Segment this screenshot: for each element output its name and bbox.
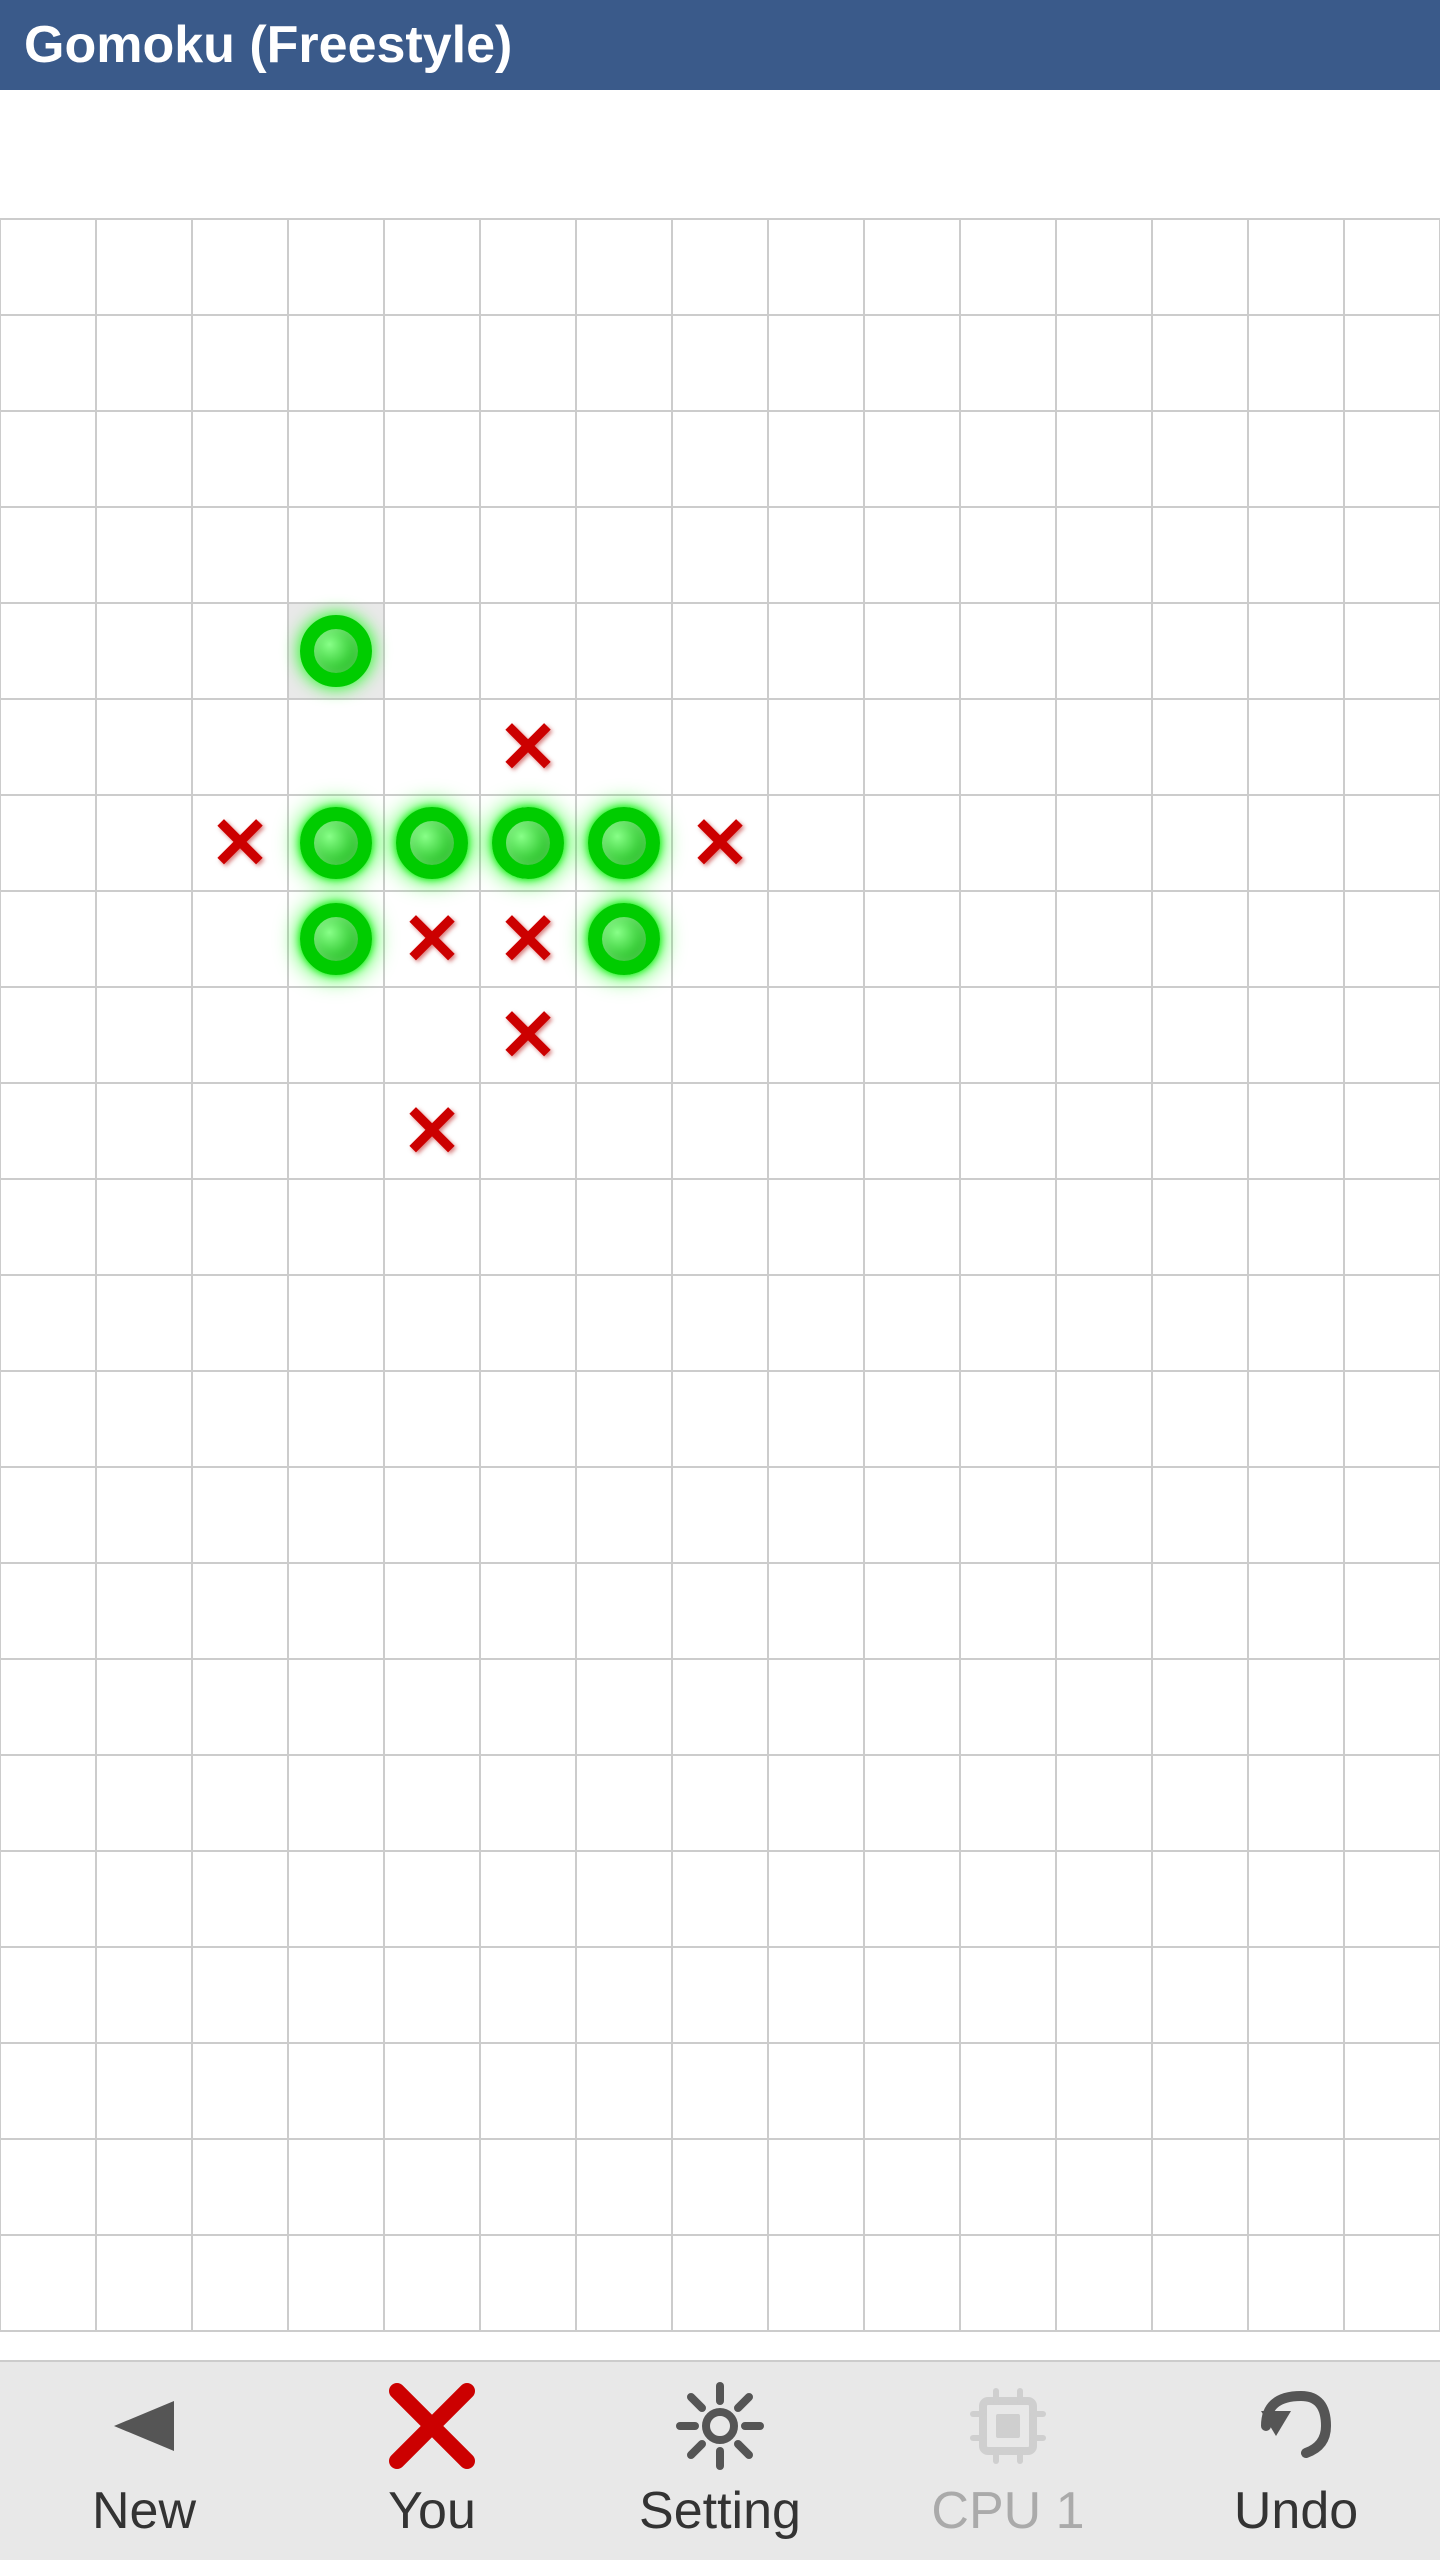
- arrow-undo-icon: [1251, 2381, 1341, 2471]
- cpu1-button[interactable]: CPU 1: [868, 2371, 1148, 2551]
- piece-o: [300, 807, 372, 879]
- title-bar: Gomoku (Freestyle): [0, 0, 1440, 90]
- cpu1-button-label: CPU 1: [931, 2481, 1084, 2541]
- pieces-layer[interactable]: ✕✕✕✕✕✕✕: [0, 90, 1440, 2460]
- piece-x: ✕: [384, 1083, 480, 1179]
- piece-o: [588, 807, 660, 879]
- piece-o: [492, 807, 564, 879]
- app-title: Gomoku (Freestyle): [24, 15, 512, 75]
- x-mark-icon: [387, 2381, 477, 2471]
- piece-x: ✕: [480, 891, 576, 987]
- piece-x: ✕: [384, 891, 480, 987]
- setting-button[interactable]: Setting: [580, 2371, 860, 2551]
- new-button[interactable]: New: [4, 2371, 284, 2551]
- undo-button-label: Undo: [1234, 2481, 1358, 2541]
- piece-x: ✕: [672, 795, 768, 891]
- setting-button-label: Setting: [639, 2481, 801, 2541]
- undo-button[interactable]: Undo: [1156, 2371, 1436, 2551]
- piece-o: [396, 807, 468, 879]
- piece-o: [588, 903, 660, 975]
- you-button[interactable]: You: [292, 2371, 572, 2551]
- bottom-bar: New You Setting: [0, 2360, 1440, 2560]
- you-button-label: You: [388, 2481, 476, 2541]
- piece-o: [300, 903, 372, 975]
- piece-o: [300, 615, 372, 687]
- piece-x: ✕: [192, 795, 288, 891]
- piece-x: ✕: [480, 699, 576, 795]
- arrow-new-icon: [99, 2381, 189, 2471]
- gear-icon: [675, 2381, 765, 2471]
- cpu-icon: [963, 2381, 1053, 2471]
- game-board[interactable]: ✕✕✕✕✕✕✕: [0, 90, 1440, 2460]
- new-button-label: New: [92, 2481, 196, 2541]
- piece-x: ✕: [480, 987, 576, 1083]
